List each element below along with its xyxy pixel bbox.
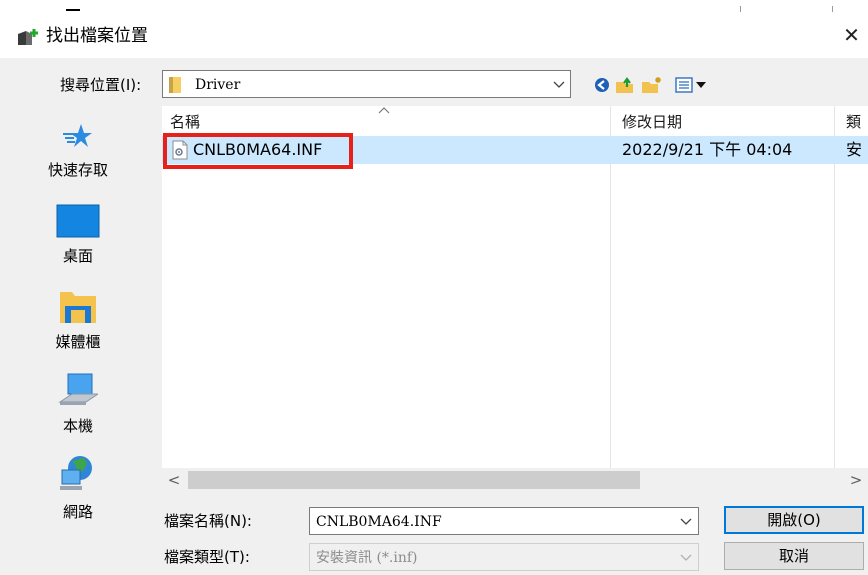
file-type-dropdown: 安裝資訊 (*.inf) [309, 543, 699, 571]
open-button[interactable]: 開啟(O) [724, 506, 864, 534]
folder-add-icon [18, 29, 38, 45]
scroll-left-button[interactable]: < [164, 470, 184, 490]
up-folder-icon [616, 77, 633, 93]
file-type-label: 檔案類型(T): [164, 548, 250, 566]
place-quick-access[interactable]: 快速存取 [46, 122, 110, 180]
column-header-date[interactable]: 修改日期 [622, 110, 682, 134]
file-modified-date: 2022/9/21 下午 04:04 [622, 140, 793, 159]
back-button[interactable] [592, 74, 612, 96]
place-network[interactable]: 網路 [46, 454, 110, 522]
red-highlight-annotation [163, 133, 353, 169]
view-menu-icon [675, 77, 706, 93]
view-menu-button[interactable] [674, 74, 710, 96]
folder-icon [169, 77, 181, 93]
file-name-input[interactable]: CNLB0MA64.INF [309, 507, 699, 535]
up-folder-button[interactable] [614, 74, 636, 96]
place-label: 桌面 [62, 247, 93, 265]
file-name-label: 檔案名稱(N): [164, 512, 252, 530]
place-label: 快速存取 [47, 161, 108, 179]
libraries-icon [60, 292, 96, 323]
file-type-value: 安裝資訊 (*.inf) [316, 550, 418, 566]
quick-access-star-icon [63, 124, 92, 147]
scrollbar-thumb[interactable] [188, 471, 640, 489]
back-icon [595, 78, 609, 92]
look-in-label: 搜尋位置(I): [60, 76, 142, 94]
place-label: 本機 [62, 417, 93, 435]
place-label: 網路 [62, 503, 93, 521]
file-type: 安 [846, 140, 863, 159]
new-folder-icon [642, 77, 661, 93]
network-icon [60, 456, 92, 490]
scroll-right-button[interactable]: > [846, 470, 866, 490]
chevron-down-icon [553, 81, 565, 88]
file-list[interactable]: 名稱 修改日期 類 CNLB0MA64.INF 2022/9/21 下午 04:… [162, 106, 868, 492]
file-name-value: CNLB0MA64.INF [316, 514, 442, 530]
window-title: 找出檔案位置 [46, 26, 148, 46]
cancel-button[interactable]: 取消 [724, 542, 864, 570]
look-in-value: Driver [195, 77, 241, 93]
column-header-name[interactable]: 名稱 [170, 110, 200, 134]
chevron-down-icon[interactable] [680, 518, 692, 526]
new-folder-button[interactable] [640, 74, 664, 96]
chevron-down-icon [680, 554, 692, 561]
column-header-type[interactable]: 類 [846, 110, 868, 134]
place-libraries[interactable]: 媒體櫃 [46, 288, 110, 352]
background-window-strip [0, 0, 868, 12]
place-label: 媒體櫃 [55, 333, 101, 351]
horizontal-scrollbar[interactable]: < > [162, 468, 868, 492]
desktop-icon [56, 204, 100, 238]
close-button[interactable]: ✕ [835, 20, 868, 50]
sort-ascending-icon [378, 107, 390, 114]
this-pc-icon [58, 373, 98, 405]
place-desktop[interactable]: 桌面 [46, 204, 110, 266]
place-this-pc[interactable]: 本機 [46, 372, 110, 436]
close-icon: ✕ [843, 23, 860, 47]
look-in-dropdown[interactable]: Driver [162, 70, 571, 98]
